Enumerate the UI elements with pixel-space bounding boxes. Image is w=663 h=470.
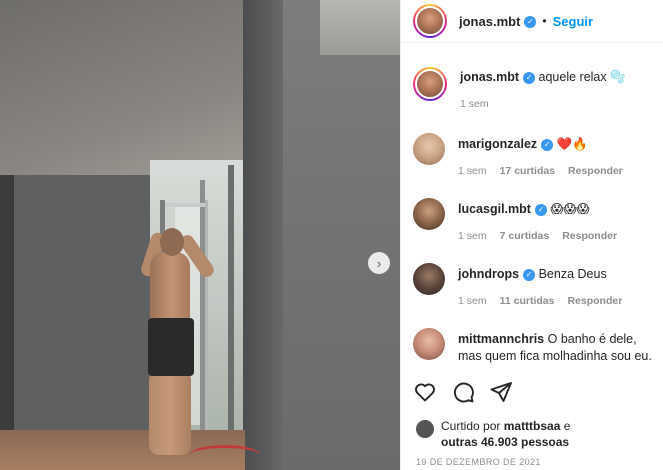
liker-username[interactable]: matttbsaa [504, 419, 561, 433]
photo-shower-head [165, 203, 207, 207]
caption-avatar[interactable] [413, 67, 447, 101]
reply-button[interactable]: Responder [567, 293, 622, 310]
header-separator: • [542, 14, 547, 28]
author-username-text[interactable]: jonas.mbt [459, 14, 520, 29]
comment-username[interactable]: lucasgil.mbt [458, 202, 531, 216]
likes-others[interactable]: outras 46.903 pessoas [441, 435, 569, 449]
commenter-avatar[interactable] [413, 328, 445, 360]
commenter-avatar[interactable] [413, 198, 445, 230]
post-header: jonas.mbt ✓ • Seguir [401, 0, 663, 43]
comment-item: lucasgil.mbt ✓ 😱😱😱 1 sem 7 curtidas Respo… [413, 198, 658, 245]
likes-connector: e [563, 419, 571, 433]
post-caption: jonas.mbt ✓ aquele relax 🫧 1 sem [413, 67, 658, 113]
photo-back-wall [0, 175, 160, 435]
photo-shower-pole [205, 200, 208, 430]
comment-item: mittmannchris O banho é dele, mas quem f… [413, 328, 658, 365]
comment-text: ❤️🔥 [556, 137, 588, 151]
comment-username[interactable]: mittmannchris [458, 332, 544, 346]
verified-badge-icon: ✓ [523, 71, 536, 84]
verified-badge-icon: ✓ [524, 16, 537, 29]
verified-badge-icon: ✓ [534, 203, 547, 216]
heart-icon[interactable] [413, 380, 437, 404]
commenter-avatar[interactable] [413, 263, 445, 295]
photo-person-torso [150, 252, 190, 324]
follow-button[interactable]: Seguir [553, 14, 593, 29]
photo-person-legs [149, 370, 191, 455]
photo-window-frame [228, 165, 234, 440]
likes-prefix: Curtido por [441, 419, 501, 433]
photo-person-head [160, 228, 184, 256]
likes-summary: Curtido por matttbsaa e outras 46.903 pe… [416, 418, 570, 450]
author-avatar[interactable] [413, 4, 447, 38]
comments-list[interactable]: jonas.mbt ✓ aquele relax 🫧 1 sem marigonz… [401, 55, 663, 365]
photo-hose [190, 445, 260, 465]
verified-badge-icon: ✓ [541, 138, 554, 151]
post-date[interactable]: 19 DE DEZEMBRO DE 2021 [416, 457, 541, 467]
comment-item: marigonzalez ✓ ❤️🔥 1 sem 17 curtidas Resp… [413, 133, 658, 180]
verified-badge-icon: ✓ [523, 268, 536, 281]
comment-item: johndrops ✓ Benza Deus 1 sem 11 curtidas … [413, 263, 658, 310]
comment-time[interactable]: 1 sem [458, 163, 487, 180]
comment-icon[interactable] [451, 380, 475, 404]
post-side-panel: jonas.mbt ✓ • Seguir jonas.mbt ✓ aquele re… [400, 0, 663, 470]
photo-pillar [243, 0, 283, 470]
comment-text: Benza Deus [538, 267, 607, 281]
comment-likes[interactable]: 7 curtidas [500, 228, 550, 245]
comment-text: 😱😱😱 [550, 202, 590, 216]
comment-time[interactable]: 1 sem [458, 228, 487, 245]
caption-username[interactable]: jonas.mbt [460, 70, 519, 84]
comment-username[interactable]: johndrops [458, 267, 519, 281]
reply-button[interactable]: Responder [568, 163, 623, 180]
photo-right-wall [283, 0, 400, 470]
post-photo[interactable]: › [0, 0, 400, 470]
liker-avatar[interactable] [416, 420, 434, 438]
next-photo-button[interactable]: › [368, 252, 390, 274]
paper-plane-icon[interactable] [489, 380, 513, 404]
caption-text: aquele relax 🫧 [538, 70, 626, 84]
reply-button[interactable]: Responder [562, 228, 617, 245]
author-username[interactable]: jonas.mbt ✓ [459, 14, 537, 29]
commenter-avatar[interactable] [413, 133, 445, 165]
comment-username[interactable]: marigonzalez [458, 137, 537, 151]
post-actions [413, 380, 513, 404]
photo-right-wall-light [320, 0, 400, 55]
avatar-image [415, 69, 445, 99]
photo-side-wall [0, 175, 14, 455]
photo-person-shorts [148, 318, 194, 376]
caption-time[interactable]: 1 sem [460, 96, 489, 113]
comment-time[interactable]: 1 sem [458, 293, 487, 310]
comment-likes[interactable]: 17 curtidas [500, 163, 555, 180]
comment-likes[interactable]: 11 curtidas [500, 293, 555, 310]
avatar-image [415, 6, 445, 36]
chevron-right-icon: › [376, 255, 382, 271]
